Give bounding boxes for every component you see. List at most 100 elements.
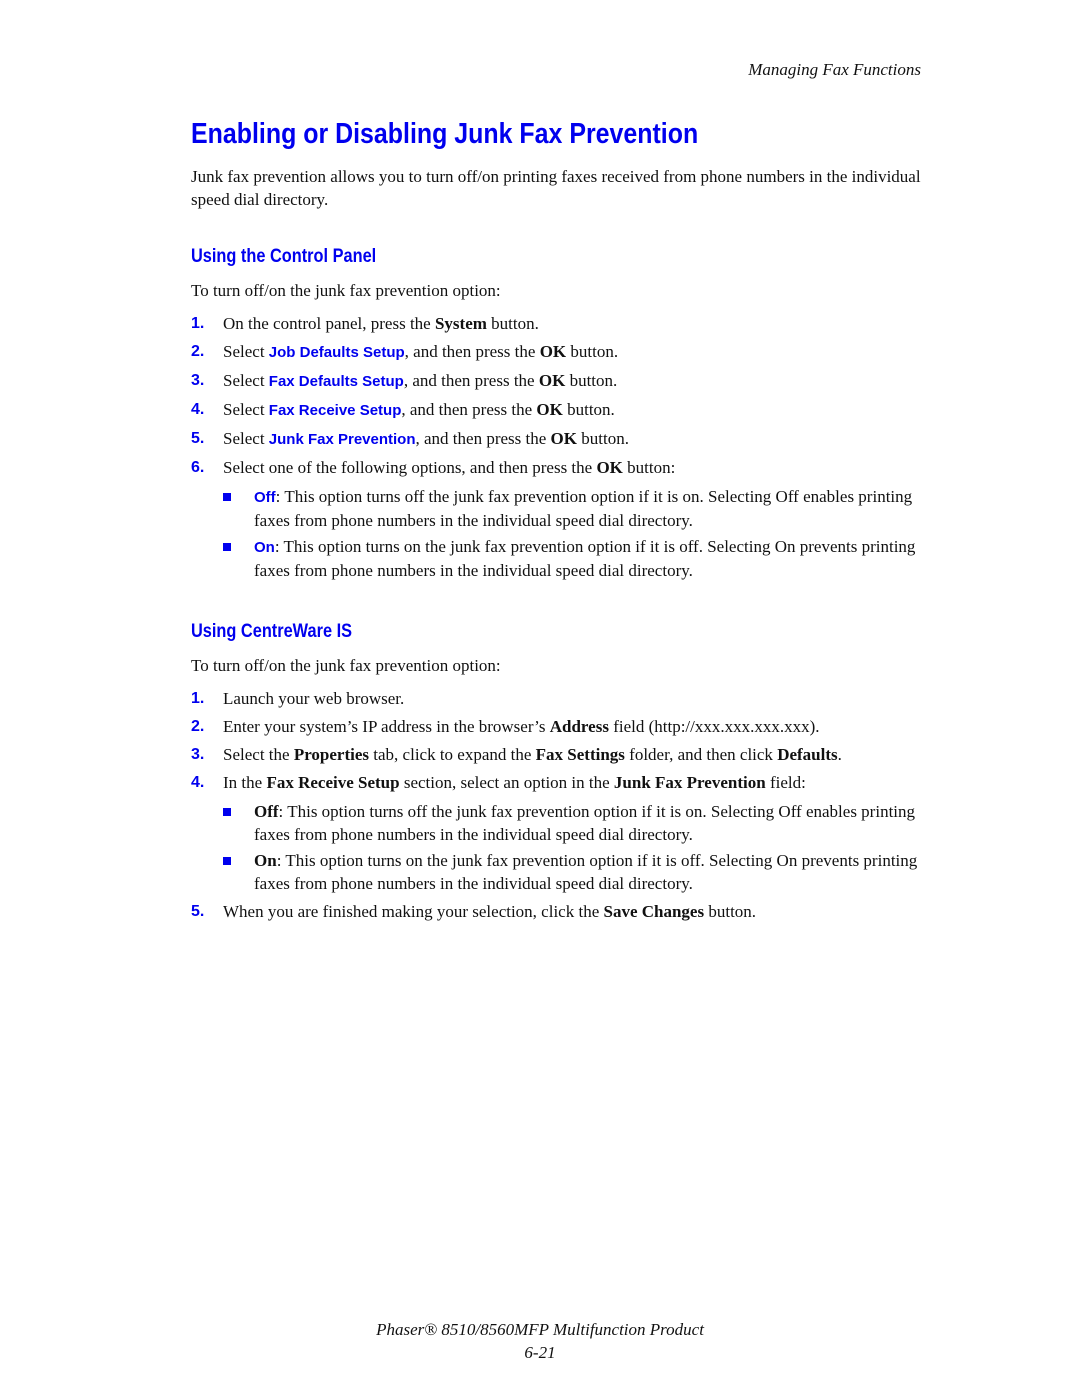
step-text: button. [566, 342, 619, 361]
step-text: field: [765, 773, 806, 792]
step-number: 2. [191, 343, 205, 360]
step-number: 1. [191, 690, 205, 707]
section-heading: Using CentreWare IS [191, 621, 353, 642]
step-bold: OK [538, 371, 566, 390]
step: 1. On the control panel, press the System… [191, 312, 931, 335]
step-text: folder, and then click [624, 745, 778, 764]
step: 3. Select Fax Defaults Setup, and then pr… [191, 369, 931, 393]
step-text: Select [223, 429, 269, 448]
option-item: Off: This option turns off the junk fax … [223, 485, 931, 532]
step-number: 3. [191, 372, 205, 389]
step-text: button. [577, 429, 629, 448]
step: 2. Select Job Defaults Setup, and then pr… [191, 340, 931, 364]
section-lead: To turn off/on the junk fax prevention o… [191, 656, 501, 675]
option-item: On: This option turns on the junk fax pr… [223, 849, 931, 895]
intro-paragraph: Junk fax prevention allows you to turn o… [191, 167, 921, 209]
step-text: , and then press the [404, 342, 540, 361]
step-text: button. [486, 314, 539, 333]
step-text: button. [704, 902, 757, 921]
step-number: 4. [191, 774, 205, 791]
option-text: : This option turns on the junk fax prev… [254, 537, 916, 580]
step-text: Select [223, 400, 269, 419]
square-bullet-icon [223, 808, 231, 816]
step-bold: Save Changes [603, 902, 705, 921]
step-text: section, select an option in the [399, 773, 614, 792]
step: 6. Select one of the following options, a… [191, 456, 931, 582]
page-number: 6-21 [524, 1343, 556, 1362]
control-panel-steps: 1. On the control panel, press the System… [191, 312, 931, 582]
step-bold: Address [549, 717, 609, 736]
square-bullet-icon [223, 493, 231, 501]
option-text: : This option turns off the junk fax pre… [254, 487, 913, 530]
running-head: Managing Fax Functions [748, 60, 921, 79]
step: 5. Select Junk Fax Prevention, and then p… [191, 427, 931, 451]
step-text: Launch your web browser. [223, 689, 405, 708]
step-text: Enter your system’s IP address in the br… [223, 717, 550, 736]
step-bold: OK [550, 429, 577, 448]
step-text: button. [565, 371, 618, 390]
section-centreware: Using CentreWare IS To turn off/on the j… [191, 621, 931, 928]
option-label: On [254, 851, 277, 870]
section-control-panel: Using the Control Panel To turn off/on t… [191, 246, 931, 587]
step-text: button: [622, 458, 676, 477]
step-text: Select the [223, 745, 294, 764]
menu-item-ref: Junk Fax Prevention [268, 431, 416, 448]
step-number: 5. [191, 430, 205, 447]
menu-item-ref: Job Defaults Setup [268, 344, 405, 361]
step-number: 5. [191, 903, 205, 920]
step-number: 6. [191, 459, 205, 476]
page-footer: Phaser® 8510/8560MFP Multifunction Produ… [0, 1318, 1080, 1364]
step-number: 2. [191, 718, 205, 735]
option-list: Off: This option turns off the junk fax … [223, 485, 931, 582]
square-bullet-icon [223, 543, 231, 551]
page-title: Enabling or Disabling Junk Fax Preventio… [191, 118, 699, 150]
option-text: : This option turns on the junk fax prev… [254, 851, 918, 893]
step: 5. When you are finished making your sele… [191, 900, 931, 923]
step-text: , and then press the [415, 429, 551, 448]
option-label: On [254, 539, 275, 556]
step-bold: OK [596, 458, 623, 477]
option-label: Off [254, 802, 279, 821]
step-text: Select one of the following options, and… [223, 458, 597, 477]
menu-item-ref: Fax Receive Setup [268, 402, 402, 419]
step-number: 1. [191, 315, 205, 332]
option-item: On: This option turns on the junk fax pr… [223, 535, 931, 582]
step: 3. Select the Properties tab, click to ex… [191, 743, 931, 766]
step: 4. In the Fax Receive Setup section, sele… [191, 771, 931, 895]
step-text: Select [223, 371, 269, 390]
step: 4. Select Fax Receive Setup, and then pre… [191, 398, 931, 422]
option-label: Off [254, 489, 276, 506]
intro-block: Junk fax prevention allows you to turn o… [191, 165, 931, 211]
menu-item-ref: Fax Defaults Setup [268, 373, 404, 390]
step: 2. Enter your system’s IP address in the … [191, 715, 931, 738]
step-text: On the control panel, press the [223, 314, 435, 333]
option-item: Off: This option turns off the junk fax … [223, 800, 931, 846]
step-bold: OK [539, 342, 567, 361]
section-heading: Using the Control Panel [191, 246, 377, 267]
step-text: button. [562, 400, 615, 419]
step-text: field (http://xxx.xxx.xxx.xxx). [608, 717, 820, 736]
centreware-steps: 1. Launch your web browser. 2. Enter your … [191, 687, 931, 923]
option-list: Off: This option turns off the junk fax … [223, 800, 931, 895]
section-lead: To turn off/on the junk fax prevention o… [191, 281, 501, 300]
square-bullet-icon [223, 857, 231, 865]
step: 1. Launch your web browser. [191, 687, 931, 710]
step-text: , and then press the [403, 371, 539, 390]
step-bold: System [434, 314, 487, 333]
step-text: In the [223, 773, 267, 792]
step-bold: Properties [293, 745, 370, 764]
step-number: 4. [191, 401, 205, 418]
step-text: . [837, 745, 842, 764]
step-bold: Fax Receive Setup [266, 773, 400, 792]
step-bold: Defaults [777, 745, 838, 764]
step-bold: Fax Settings [535, 745, 625, 764]
step-text: , and then press the [401, 400, 537, 419]
footer-product: Phaser® 8510/8560MFP Multifunction Produ… [376, 1320, 704, 1339]
option-text: : This option turns off the junk fax pre… [254, 802, 916, 844]
step-text: tab, click to expand the [369, 745, 536, 764]
step-text: When you are finished making your select… [223, 902, 604, 921]
step-bold: Junk Fax Prevention [613, 773, 766, 792]
step-number: 3. [191, 746, 205, 763]
step-bold: OK [536, 400, 563, 419]
step-text: Select [223, 342, 269, 361]
